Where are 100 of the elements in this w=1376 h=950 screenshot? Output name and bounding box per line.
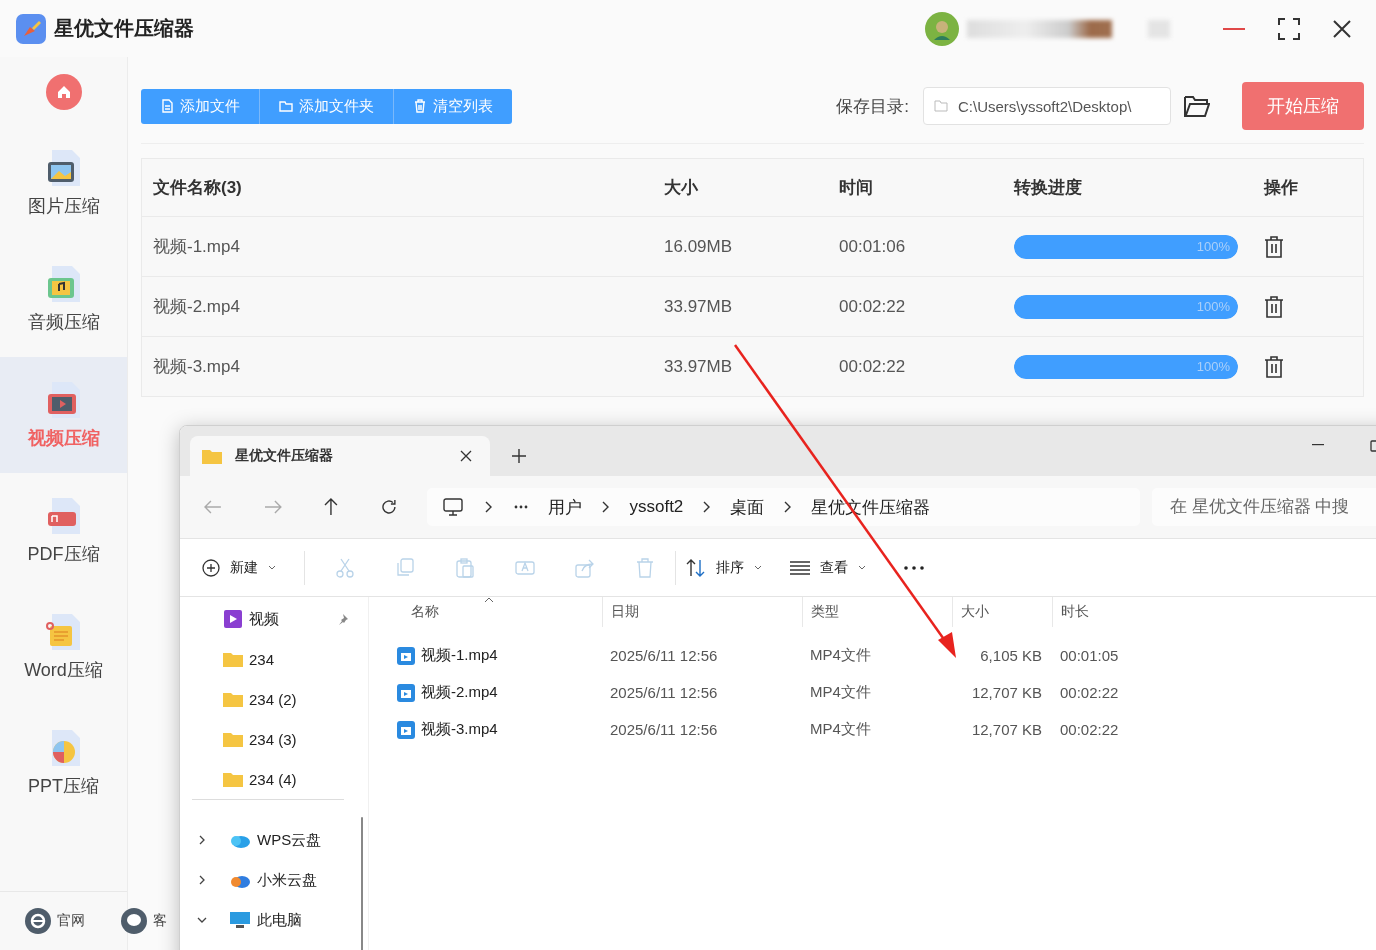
table-cell-text: 12,707 KB <box>970 684 1043 701</box>
table-cell-text: 视频-3.mp4 <box>153 356 241 378</box>
fullscreen-icon[interactable] <box>1278 17 1300 40</box>
footer-link[interactable]: 客 <box>121 908 167 934</box>
video-file-icon <box>397 683 415 702</box>
folder-icon <box>934 100 948 112</box>
table-cell-text: 12,707 KB <box>970 721 1043 738</box>
column-header: 文件名称(3) <box>153 177 243 199</box>
chevron-right-icon <box>784 501 792 513</box>
save-path-field[interactable]: C:\Users\yssoft2\Desktop\ <box>923 87 1171 125</box>
sidebar-item[interactable]: Word压缩 <box>0 589 127 705</box>
column-header[interactable]: 时长 <box>1052 597 1202 627</box>
computer-icon <box>443 498 464 516</box>
column-header[interactable]: 类型 <box>802 597 952 627</box>
view-button[interactable]: 查看 <box>790 558 866 577</box>
column-header: 时间 <box>839 177 874 199</box>
pin-icon[interactable] <box>337 613 349 625</box>
table-cell-text: 00:02:22 <box>839 296 907 317</box>
breadcrumb[interactable]: 桌面 <box>730 495 765 519</box>
table-cell-text: 视频-1.mp4 <box>153 236 241 258</box>
chevron-right-icon <box>703 501 711 513</box>
table-cell-text: 00:02:22 <box>839 356 907 377</box>
file-icon <box>160 99 174 113</box>
chevron-right-icon[interactable] <box>197 875 207 885</box>
breadcrumb[interactable]: 用户 <box>548 495 583 519</box>
save-directory-label: 保存目录: <box>836 95 909 118</box>
table-cell-text: 00:01:06 <box>839 236 907 257</box>
table-cell-text: 16.09MB <box>664 236 734 257</box>
chevron-right-icon[interactable] <box>197 835 207 845</box>
sort-ascending-icon <box>484 597 494 603</box>
minimize-icon[interactable] <box>1312 444 1324 446</box>
app-logo-icon <box>16 13 46 44</box>
caret-icon <box>754 565 762 570</box>
sort-button[interactable]: 排序 <box>686 558 762 577</box>
sidebar-item[interactable]: PDF压缩 <box>0 473 127 589</box>
table-cell-text: 33.97MB <box>664 296 734 317</box>
column-header: 转换进度 <box>1014 177 1083 199</box>
column-header: 操作 <box>1264 177 1299 199</box>
plus-icon <box>202 558 220 577</box>
delete-icon[interactable] <box>1264 295 1284 318</box>
explorer-tab[interactable]: 星优文件压缩器 <box>190 436 490 476</box>
nav-item[interactable]: 234 (2) <box>180 679 356 719</box>
sidebar-item[interactable]: 图片压缩 <box>0 125 127 241</box>
file-item[interactable]: 视频-1.mp4 <box>397 646 602 665</box>
nav-item[interactable]: 234 <box>180 639 356 679</box>
video-file-icon <box>397 646 415 665</box>
file-item[interactable]: 视频-2.mp4 <box>397 683 602 702</box>
table-cell-text: 2025/6/11 12:56 <box>609 684 719 701</box>
folder-icon[interactable] <box>1184 95 1210 117</box>
nav-item[interactable]: 视频 <box>180 599 356 639</box>
sidebar-item[interactable]: 音频压缩 <box>0 241 127 357</box>
nav-item[interactable]: WPS云盘 <box>180 820 356 860</box>
column-header[interactable]: 大小 <box>952 597 1052 627</box>
nav-item[interactable]: 小米云盘 <box>180 860 356 900</box>
new-button[interactable]: 新建 <box>202 558 276 577</box>
chevron-down-icon[interactable] <box>197 915 207 925</box>
delete-icon[interactable] <box>1264 355 1284 378</box>
chevron-right-icon <box>485 501 493 513</box>
table-cell-text: 00:02:22 <box>1059 721 1120 738</box>
column-header: 大小 <box>664 177 699 199</box>
breadcrumb[interactable]: yssoft2 <box>629 497 684 517</box>
video-folder-icon <box>223 610 243 628</box>
folder-icon <box>279 99 293 113</box>
table-cell-text: MP4文件 <box>809 683 872 702</box>
progress-bar: 100% <box>1014 354 1238 379</box>
list-view-icon <box>790 560 810 575</box>
browser-icon <box>25 908 51 934</box>
avatar-icon <box>925 11 959 46</box>
sort-icon <box>686 558 706 577</box>
folder-icon <box>202 448 222 464</box>
more-icon[interactable] <box>904 565 924 570</box>
footer-link[interactable]: 官网 <box>25 908 85 934</box>
home-icon[interactable] <box>45 74 82 110</box>
video-file-icon <box>397 720 415 739</box>
close-icon[interactable] <box>460 450 472 462</box>
column-header[interactable]: 名称 <box>397 597 602 627</box>
folder-icon <box>223 730 243 748</box>
delete-icon[interactable] <box>1264 235 1284 258</box>
app-title: 星优文件压缩器 <box>54 16 194 41</box>
table-cell-text: 6,105 KB <box>979 647 1043 664</box>
up-icon[interactable] <box>323 498 338 516</box>
file-item[interactable]: 视频-3.mp4 <box>397 720 602 739</box>
nav-item[interactable]: 234 (4) <box>180 759 356 799</box>
nav-item[interactable]: 此电脑 <box>180 900 356 940</box>
close-icon[interactable] <box>1333 19 1351 38</box>
search-field[interactable]: 在 星优文件压缩器 中搜 <box>1151 488 1376 526</box>
table-cell-text: MP4文件 <box>809 720 872 739</box>
sidebar-item[interactable]: PPT压缩 <box>0 705 127 821</box>
computer-icon <box>229 911 251 929</box>
folder-icon <box>223 650 243 668</box>
progress-bar: 100% <box>1014 294 1238 319</box>
progress-bar: 100% <box>1014 234 1238 259</box>
new-tab-icon[interactable] <box>512 449 526 463</box>
refresh-icon[interactable] <box>379 498 398 516</box>
nav-item[interactable]: 234 (3) <box>180 719 356 759</box>
column-header[interactable]: 日期 <box>602 597 802 627</box>
more-icon[interactable] <box>514 505 529 509</box>
chevron-right-icon <box>602 501 610 513</box>
caret-icon <box>858 565 866 570</box>
table-cell-text: 2025/6/11 12:56 <box>609 721 719 738</box>
